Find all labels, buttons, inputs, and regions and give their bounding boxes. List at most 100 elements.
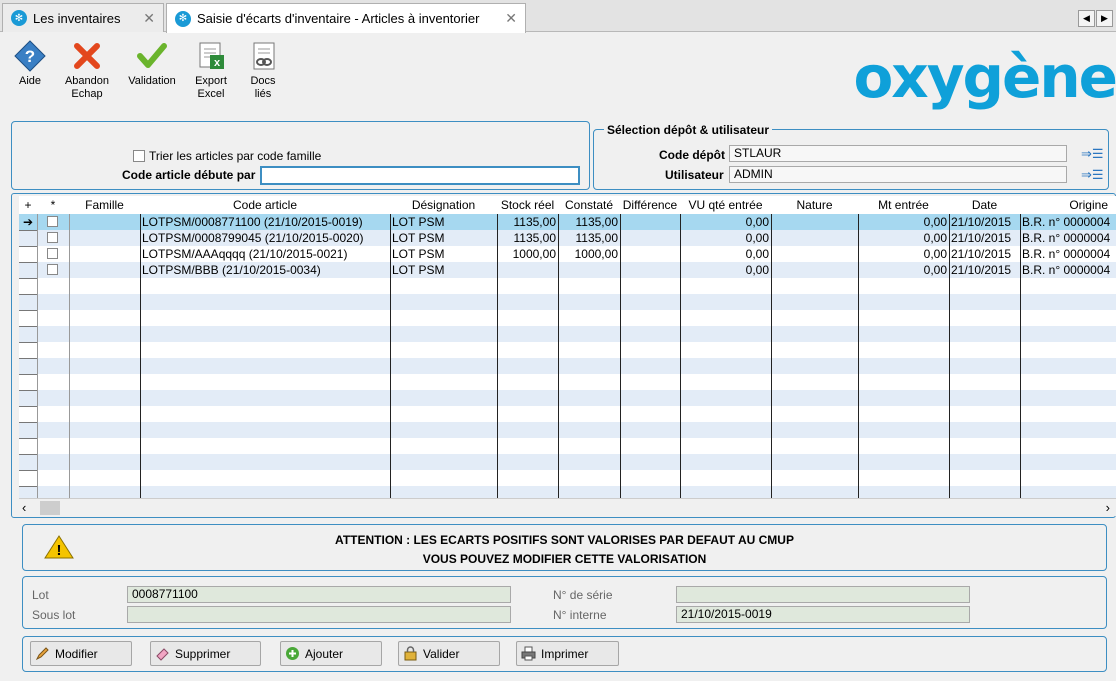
tab-les-inventaires[interactable]: ✻ Les inventaires ✕ [2, 3, 164, 32]
export-excel-button[interactable]: x Export Excel [186, 40, 236, 101]
cell-code[interactable]: LOTPSM/AAAqqqq (21/10/2015-0021) [140, 246, 390, 262]
code-article-input[interactable] [260, 166, 580, 185]
row-indicator-line [19, 454, 37, 455]
close-icon[interactable]: ✕ [505, 10, 517, 27]
grid-column-line [1020, 214, 1021, 498]
docs-lies-button[interactable]: Docs liés [238, 40, 288, 101]
cell-designation[interactable]: LOT PSM [390, 214, 497, 230]
cell-nature[interactable] [771, 230, 858, 246]
col-header-difference[interactable]: Différence [620, 196, 680, 214]
cell-stock[interactable]: 1135,00 [497, 214, 558, 230]
trier-checkbox-row[interactable]: Trier les articles par code famille [133, 149, 321, 163]
table-row[interactable]: LOTPSM/AAAqqqq (21/10/2015-0021) LOT PSM 1… [19, 246, 1116, 262]
col-header-star[interactable]: * [37, 196, 69, 214]
cell-constate[interactable] [558, 262, 620, 278]
cell-date[interactable]: 21/10/2015 [949, 246, 1020, 262]
cell-mt[interactable]: 0,00 [858, 246, 949, 262]
cell-origine[interactable]: B.R. n° 0000004 [1020, 230, 1116, 246]
cell-designation[interactable]: LOT PSM [390, 246, 497, 262]
col-header-code-article[interactable]: Code article [140, 196, 390, 214]
horizontal-scrollbar[interactable]: ‹ › [19, 498, 1116, 516]
cell-stock[interactable]: 1000,00 [497, 246, 558, 262]
cell-origine[interactable]: B.R. n° 0000004 [1020, 262, 1116, 278]
cell-difference[interactable] [620, 230, 680, 246]
close-icon[interactable]: ✕ [143, 10, 155, 27]
col-header-vu-qte-entree[interactable]: VU qté entrée [680, 196, 771, 214]
cell-nature[interactable] [771, 262, 858, 278]
cell-vu[interactable]: 0,00 [680, 246, 771, 262]
cell-difference[interactable] [620, 214, 680, 230]
cell-mt[interactable]: 0,00 [858, 230, 949, 246]
row-checkbox[interactable] [47, 216, 58, 227]
col-header-date[interactable]: Date [949, 196, 1020, 214]
cell-vu[interactable]: 0,00 [680, 214, 771, 230]
cell-code[interactable]: LOTPSM/0008799045 (21/10/2015-0020) [140, 230, 390, 246]
row-checkbox[interactable] [47, 248, 58, 259]
cell-date[interactable]: 21/10/2015 [949, 262, 1020, 278]
grid-column-line [771, 214, 772, 498]
code-depot-label: Code dépôt [659, 148, 725, 162]
col-header-designation[interactable]: Désignation [390, 196, 497, 214]
scrollbar-thumb[interactable] [40, 501, 60, 515]
cell-code[interactable]: LOTPSM/BBB (21/10/2015-0034) [140, 262, 390, 278]
valider-button[interactable]: Valider [398, 641, 500, 666]
cell-constate[interactable]: 1135,00 [558, 214, 620, 230]
col-header-constate[interactable]: Constaté [558, 196, 620, 214]
cell-stock[interactable]: 1135,00 [497, 230, 558, 246]
abandon-button[interactable]: Abandon Echap [62, 40, 112, 101]
interne-field[interactable]: 21/10/2015-0019 [676, 606, 970, 623]
cell-origine[interactable]: B.R. n° 0000004 [1020, 246, 1116, 262]
cell-vu[interactable]: 0,00 [680, 262, 771, 278]
cell-date[interactable]: 21/10/2015 [949, 214, 1020, 230]
aide-button[interactable]: ? Aide [5, 40, 55, 88]
imprimer-button[interactable]: Imprimer [516, 641, 619, 666]
tab-scroll-left-icon[interactable]: ◀ [1078, 10, 1095, 27]
serie-field[interactable] [676, 586, 970, 603]
trier-checkbox[interactable] [133, 150, 145, 162]
table-row[interactable]: LOTPSM/BBB (21/10/2015-0034) LOT PSM 0,00 0… [19, 262, 1116, 278]
row-checkbox[interactable] [47, 232, 58, 243]
table-row[interactable]: ➔ LOTPSM/0008771100 (21/10/2015-0019) LOT … [19, 214, 1116, 230]
cell-vu[interactable]: 0,00 [680, 230, 771, 246]
col-header-mt-entree[interactable]: Mt entrée [858, 196, 949, 214]
cell-mt[interactable]: 0,00 [858, 214, 949, 230]
ajouter-button[interactable]: Ajouter [280, 641, 382, 666]
select-depot-icon[interactable]: ⇒☰ [1081, 146, 1104, 162]
grid-column-line [37, 214, 38, 498]
cell-difference[interactable] [620, 246, 680, 262]
row-checkbox[interactable] [47, 264, 58, 275]
col-header-nature[interactable]: Nature [771, 196, 858, 214]
cell-stock[interactable] [497, 262, 558, 278]
utilisateur-field[interactable]: ADMIN [729, 166, 1067, 183]
depot-panel-title: Sélection dépôt & utilisateur [604, 123, 773, 137]
cell-code[interactable]: LOTPSM/0008771100 (21/10/2015-0019) [140, 214, 390, 230]
cell-nature[interactable] [771, 246, 858, 262]
cell-nature[interactable] [771, 214, 858, 230]
cell-constate[interactable]: 1000,00 [558, 246, 620, 262]
cell-constate[interactable]: 1135,00 [558, 230, 620, 246]
col-header-stock-reel[interactable]: Stock réel [497, 196, 558, 214]
grid-row-stripe [19, 438, 1116, 454]
cell-designation[interactable]: LOT PSM [390, 230, 497, 246]
grid-column-line [558, 214, 559, 498]
tab-saisie-ecarts[interactable]: ✻ Saisie d'écarts d'inventaire - Article… [166, 3, 526, 33]
col-header-famille[interactable]: Famille [69, 196, 140, 214]
cell-designation[interactable]: LOT PSM [390, 262, 497, 278]
select-user-icon[interactable]: ⇒☰ [1081, 167, 1104, 183]
scroll-right-icon[interactable]: › [1106, 500, 1110, 515]
add-row-icon[interactable]: + [19, 196, 37, 214]
modifier-button[interactable]: Modifier [30, 641, 132, 666]
col-header-origine[interactable]: Origine [1020, 196, 1116, 214]
sous-lot-field[interactable] [127, 606, 511, 623]
code-depot-field[interactable]: STLAUR [729, 145, 1067, 162]
cell-origine[interactable]: B.R. n° 0000004 [1020, 214, 1116, 230]
validation-button[interactable]: Validation [127, 40, 177, 88]
cell-mt[interactable]: 0,00 [858, 262, 949, 278]
cell-difference[interactable] [620, 262, 680, 278]
table-row[interactable]: LOTPSM/0008799045 (21/10/2015-0020) LOT P… [19, 230, 1116, 246]
lot-field[interactable]: 0008771100 [127, 586, 511, 603]
supprimer-button[interactable]: Supprimer [150, 641, 261, 666]
tab-scroll-right-icon[interactable]: ▶ [1096, 10, 1113, 27]
cell-date[interactable]: 21/10/2015 [949, 230, 1020, 246]
scroll-left-icon[interactable]: ‹ [22, 500, 26, 515]
